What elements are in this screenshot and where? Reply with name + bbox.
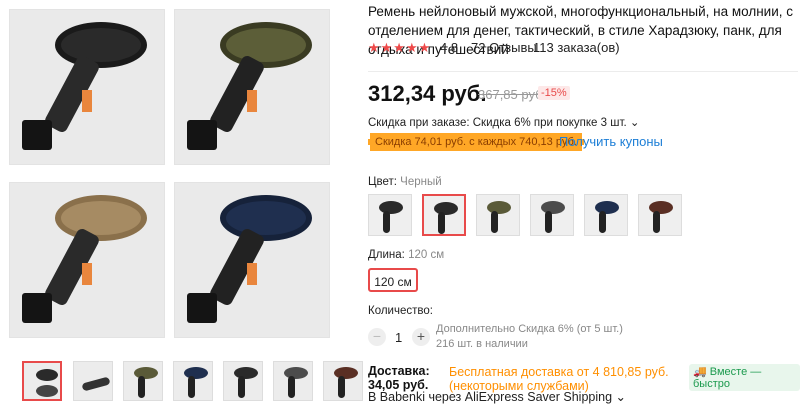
old-price: 367,85 руб. — [478, 87, 547, 102]
banknote — [82, 90, 92, 112]
belt-strap — [491, 211, 498, 233]
belt-roll — [55, 195, 147, 241]
length-value: 120 см — [408, 249, 445, 261]
belt-strap — [383, 211, 390, 233]
discount-badge: -15% — [538, 86, 570, 100]
belt-strap — [81, 376, 111, 392]
belt-strap — [545, 211, 552, 233]
fast-shipping-badge: 🚚 Вместе — быстро — [689, 364, 800, 391]
belt-roll — [55, 22, 147, 68]
banknote — [82, 263, 92, 285]
get-coupons-link[interactable]: Получить купоны — [559, 134, 663, 149]
rating-value: 4.8 — [440, 40, 459, 55]
shipping-label: Доставка: 34,05 руб. — [368, 364, 430, 392]
thumbnail-7[interactable] — [323, 361, 363, 401]
banknote — [247, 263, 257, 285]
thumbnail-1[interactable] — [22, 361, 62, 401]
color-swatch-3[interactable] — [476, 194, 520, 236]
shipping-method-dropdown[interactable]: В Babenki через AliExpress Saver Shippin… — [368, 389, 626, 404]
belt-strap — [653, 211, 660, 233]
free-shipping-line-1: Бесплатная доставка от 4 810,85 руб. — [449, 365, 669, 379]
belt-buckle — [22, 120, 52, 150]
color-swatch-5[interactable] — [584, 194, 628, 236]
belt-strap — [138, 376, 145, 398]
stock-note: 216 шт. в наличии — [436, 338, 528, 350]
belt-strap — [438, 212, 445, 234]
color-swatch-6[interactable] — [638, 194, 682, 236]
divider — [368, 71, 798, 72]
color-value: Черный — [400, 176, 442, 188]
belt-roll — [36, 369, 58, 381]
belt-strap — [338, 376, 345, 398]
rating-stars-icon: ★★★★★ — [368, 40, 432, 55]
thumbnail-6[interactable] — [273, 361, 313, 401]
quantity-increase-button[interactable]: + — [412, 328, 430, 346]
truck-icon: 🚚 — [693, 366, 707, 378]
shipping-label-text: Доставка: — [368, 364, 430, 378]
product-photo-black[interactable] — [9, 9, 165, 165]
belt-buckle — [187, 293, 217, 323]
quantity-note: Дополнительно Скидка 6% (от 5 шт.) 216 ш… — [436, 322, 623, 352]
orders-count: 113 заказа(ов) — [533, 40, 620, 55]
quantity-value[interactable]: 1 — [395, 330, 402, 345]
coupon-strip: Скидка 74,01 руб. с каждых 740,13 руб. — [368, 133, 584, 151]
order-discount-dropdown[interactable]: Скидка при заказе: Скидка 6% при покупке… — [368, 115, 640, 129]
belt-strap — [238, 376, 245, 398]
thumbnail-3[interactable] — [123, 361, 163, 401]
belt-roll — [36, 385, 58, 397]
color-label-text: Цвет: — [368, 176, 397, 188]
bulk-discount-note: Дополнительно Скидка 6% (от 5 шт.) — [436, 323, 623, 335]
product-photo-tan[interactable] — [9, 182, 165, 338]
quantity-decrease-button[interactable]: − — [368, 328, 386, 346]
length-label-text: Длина: — [368, 249, 405, 261]
thumbnail-2[interactable] — [73, 361, 113, 401]
length-label: Длина: 120 см — [368, 249, 444, 261]
belt-strap — [188, 376, 195, 398]
color-swatch-4[interactable] — [530, 194, 574, 236]
color-swatch-1[interactable] — [368, 194, 412, 236]
belt-buckle — [187, 120, 217, 150]
length-option-120[interactable]: 120 см — [368, 268, 418, 292]
belt-roll — [220, 195, 312, 241]
belt-buckle — [22, 293, 52, 323]
product-photo-olive[interactable] — [174, 9, 330, 165]
belt-roll — [220, 22, 312, 68]
color-label: Цвет: Черный — [368, 176, 442, 188]
quantity-label: Количество: — [368, 305, 433, 317]
product-photo-navy[interactable] — [174, 182, 330, 338]
banknote — [247, 90, 257, 112]
current-price: 312,34 руб. — [368, 81, 487, 106]
color-swatch-2[interactable] — [422, 194, 466, 236]
thumbnail-4[interactable] — [173, 361, 213, 401]
belt-strap — [288, 376, 295, 398]
reviews-link[interactable]: 72 Отзывы — [471, 40, 537, 55]
belt-strap — [599, 211, 606, 233]
thumbnail-5[interactable] — [223, 361, 263, 401]
